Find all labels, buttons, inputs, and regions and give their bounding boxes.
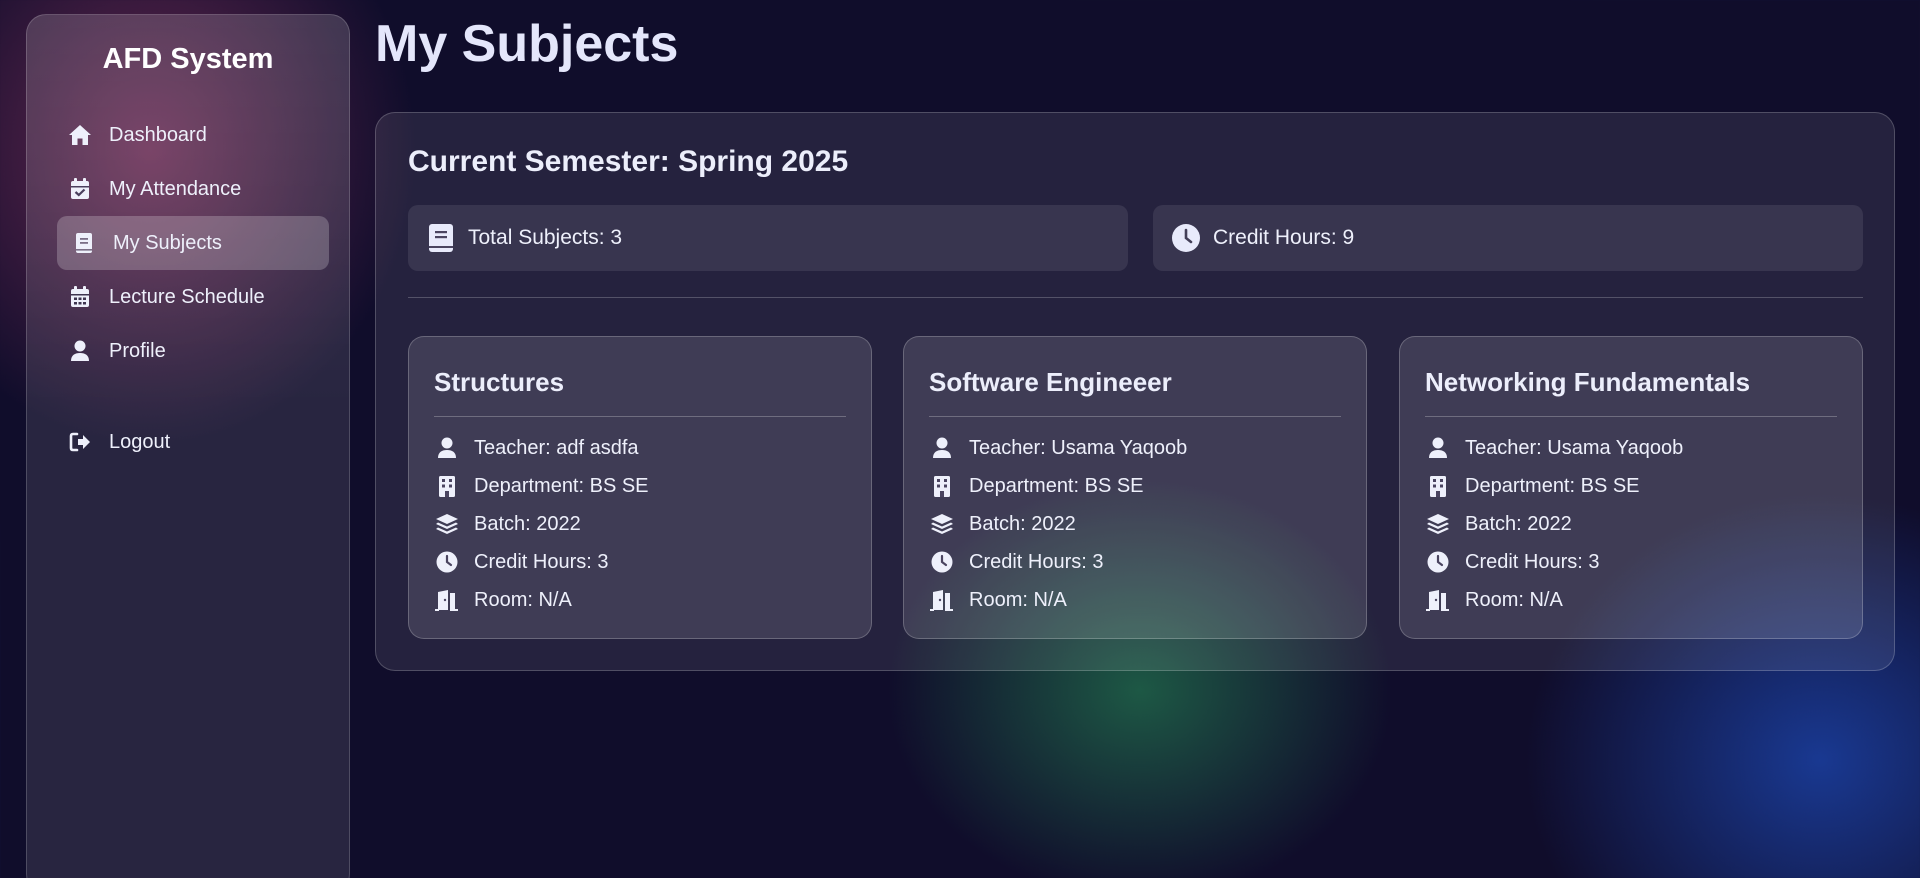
clock-icon [929,549,955,575]
subject-card[interactable]: Software Engineeer Teacher: Usama Yaqoob… [903,336,1367,639]
subject-name: Structures [434,367,565,397]
teacher-label: Teacher: adf asdfa [474,436,639,459]
credit-hours-stat: Credit Hours: 9 [1153,205,1863,271]
semester-title: Current Semester: Spring 2025 [408,145,849,178]
department-row: Department: BS SE [1425,467,1837,505]
sidebar: AFD System Dashboard My Attendance My Su… [26,14,350,878]
room-label: Room: N/A [474,588,572,611]
batch-row: Batch: 2022 [1425,505,1837,543]
sidebar-item-my-subjects[interactable]: My Subjects [57,216,329,270]
sidebar-item-profile[interactable]: Profile [57,324,329,378]
building-icon [1425,473,1451,499]
sidebar-item-label: My Subjects [113,231,222,254]
teacher-row: Teacher: Usama Yaqoob [1425,429,1837,467]
user-icon [434,435,460,461]
calendar-icon [67,284,93,310]
sidebar-item-label: Profile [109,339,166,362]
batch-row: Batch: 2022 [434,505,846,543]
subject-card[interactable]: Structures Teacher: adf asdfa Department… [408,336,872,639]
subject-name: Networking Fundamentals [1425,367,1751,397]
door-icon [434,587,460,613]
subject-card[interactable]: Networking Fundamentals Teacher: Usama Y… [1399,336,1863,639]
clock-icon [1425,549,1451,575]
teacher-row: Teacher: Usama Yaqoob [929,429,1341,467]
door-icon [929,587,955,613]
credit-hours-label: Credit Hours: 3 [1465,550,1600,573]
department-label: Department: BS SE [1465,474,1640,497]
card-divider [434,416,846,417]
room-label: Room: N/A [1465,588,1563,611]
book-icon [71,230,97,256]
department-label: Department: BS SE [969,474,1144,497]
logout-button[interactable]: Logout [57,415,329,469]
subject-name: Software Engineeer [929,367,1172,397]
sidebar-item-label: My Attendance [109,177,242,200]
layers-icon [1425,511,1451,537]
page-title: My Subjects [375,15,679,73]
sidebar-item-lecture-schedule[interactable]: Lecture Schedule [57,270,329,324]
department-label: Department: BS SE [474,474,649,497]
credit-hours-label: Credit Hours: 9 [1213,226,1355,249]
credit-hours-label: Credit Hours: 3 [474,550,609,573]
room-row: Room: N/A [1425,581,1837,619]
user-icon [1425,435,1451,461]
calendar-check-icon [67,176,93,202]
sidebar-item-label: Dashboard [109,123,207,146]
total-subjects-stat: Total Subjects: 3 [408,205,1128,271]
door-icon [1425,587,1451,613]
batch-label: Batch: 2022 [969,512,1076,535]
batch-label: Batch: 2022 [474,512,581,535]
home-icon [67,122,93,148]
building-icon [434,473,460,499]
brand-title: AFD System [102,43,274,75]
layers-icon [434,511,460,537]
teacher-label: Teacher: Usama Yaqoob [969,436,1188,459]
credit-hours-row: Credit Hours: 3 [929,543,1341,581]
sign-out-icon [67,429,93,455]
sidebar-nav: Dashboard My Attendance My Subjects Lect… [27,108,349,469]
card-divider [1425,416,1837,417]
credit-hours-label: Credit Hours: 3 [969,550,1104,573]
clock-icon [434,549,460,575]
building-icon [929,473,955,499]
sidebar-item-label: Lecture Schedule [109,285,265,308]
room-row: Room: N/A [929,581,1341,619]
sidebar-item-dashboard[interactable]: Dashboard [57,108,329,162]
semester-panel: Current Semester: Spring 2025 Total Subj… [375,112,1895,671]
batch-label: Batch: 2022 [1465,512,1572,535]
card-divider [929,416,1341,417]
sidebar-item-my-attendance[interactable]: My Attendance [57,162,329,216]
batch-row: Batch: 2022 [929,505,1341,543]
layers-icon [929,511,955,537]
department-row: Department: BS SE [434,467,846,505]
room-label: Room: N/A [969,588,1067,611]
user-icon [929,435,955,461]
credit-hours-row: Credit Hours: 3 [1425,543,1837,581]
room-row: Room: N/A [434,581,846,619]
logout-label: Logout [109,430,171,453]
clock-icon [1171,223,1201,253]
department-row: Department: BS SE [929,467,1341,505]
credit-hours-row: Credit Hours: 3 [434,543,846,581]
teacher-label: Teacher: Usama Yaqoob [1465,436,1684,459]
divider [408,297,1863,298]
book-icon [426,223,456,253]
teacher-row: Teacher: adf asdfa [434,429,846,467]
user-icon [67,338,93,364]
total-subjects-label: Total Subjects: 3 [468,226,623,249]
